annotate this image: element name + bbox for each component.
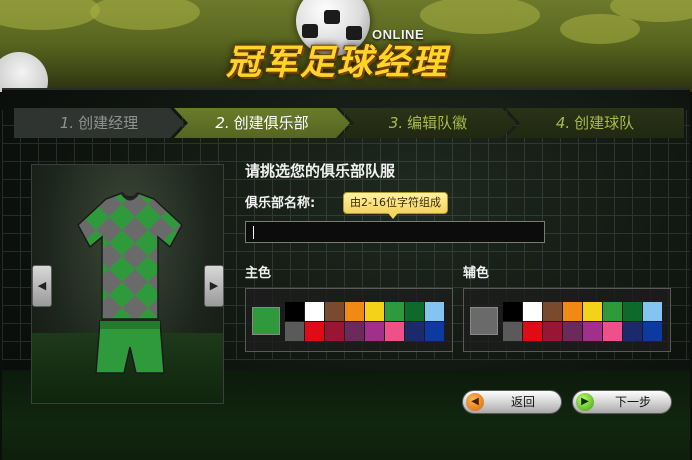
- color-swatch[interactable]: [543, 302, 562, 321]
- secondary-palette: [503, 302, 663, 342]
- color-swatch[interactable]: [643, 322, 662, 341]
- prev-kit-button[interactable]: ◀: [32, 265, 52, 307]
- color-swatch[interactable]: [405, 302, 424, 321]
- color-swatch[interactable]: [365, 302, 384, 321]
- color-swatch[interactable]: [305, 322, 324, 341]
- club-name-tooltip: 由2-16位字符组成: [343, 192, 448, 219]
- back-button-label: 返回: [510, 395, 535, 409]
- wizard-steps: 1. 创建经理 2. 创建俱乐部 3. 编辑队徽 4. 创建球队: [14, 108, 684, 138]
- next-kit-button[interactable]: ▶: [204, 265, 224, 307]
- game-logo: 冠军足球经理: [226, 43, 449, 83]
- kit-preview: [31, 164, 224, 404]
- step-create-club: 2. 创建俱乐部: [174, 108, 350, 138]
- color-swatch[interactable]: [623, 302, 642, 321]
- soccer-ball-icon: [0, 52, 48, 92]
- color-swatch[interactable]: [405, 322, 424, 341]
- secondary-color-picker: [463, 288, 671, 352]
- step-label: 创建球队: [574, 114, 635, 132]
- color-swatch[interactable]: [425, 302, 444, 321]
- color-swatch[interactable]: [563, 322, 582, 341]
- color-swatch[interactable]: [345, 302, 364, 321]
- color-swatch[interactable]: [325, 322, 344, 341]
- color-swatch[interactable]: [385, 322, 404, 341]
- text-caret: [253, 226, 254, 239]
- step-label: 编辑队徽: [407, 114, 468, 132]
- color-swatch[interactable]: [643, 302, 662, 321]
- primary-selected-swatch: [252, 307, 280, 335]
- color-swatch[interactable]: [543, 322, 562, 341]
- next-step-button-label: 下一步: [614, 395, 651, 409]
- top-banner: ONLINE 冠军足球经理: [0, 0, 692, 92]
- color-swatch[interactable]: [523, 322, 542, 341]
- map-landmass: [420, 0, 540, 34]
- color-swatch[interactable]: [345, 322, 364, 341]
- color-swatch[interactable]: [603, 302, 622, 321]
- step-edit-badge: 3. 编辑队徽: [340, 108, 516, 138]
- color-swatch[interactable]: [503, 322, 522, 341]
- color-swatch[interactable]: [583, 302, 602, 321]
- color-swatch[interactable]: [583, 322, 602, 341]
- step-label: 创建经理: [78, 114, 139, 132]
- triangle-right-icon: ▶: [209, 279, 219, 292]
- left-arrow-icon: ◀: [466, 393, 484, 411]
- primary-color-picker: [245, 288, 453, 352]
- step-create-manager: 1. 创建经理: [14, 108, 184, 138]
- right-arrow-icon: ▶: [576, 393, 594, 411]
- club-name-input[interactable]: [245, 221, 545, 243]
- color-swatch[interactable]: [385, 302, 404, 321]
- color-swatch[interactable]: [325, 302, 344, 321]
- color-swatch[interactable]: [365, 322, 384, 341]
- form-title: 请挑选您的俱乐部队服: [245, 162, 396, 180]
- next-step-button[interactable]: ▶ 下一步: [572, 390, 672, 414]
- back-button[interactable]: ◀ 返回: [462, 390, 562, 414]
- triangle-left-icon: ◀: [37, 279, 47, 292]
- color-swatch[interactable]: [285, 302, 304, 321]
- color-swatch[interactable]: [523, 302, 542, 321]
- primary-palette: [285, 302, 445, 342]
- secondary-selected-swatch: [470, 307, 498, 335]
- map-landmass: [90, 0, 200, 30]
- secondary-color-label: 辅色: [463, 266, 490, 281]
- primary-color-label: 主色: [245, 266, 272, 281]
- club-name-label: 俱乐部名称:: [245, 196, 316, 211]
- step-create-team: 4. 创建球队: [506, 108, 684, 138]
- color-swatch[interactable]: [285, 322, 304, 341]
- color-swatch[interactable]: [503, 302, 522, 321]
- color-swatch[interactable]: [425, 322, 444, 341]
- map-landmass: [0, 0, 100, 30]
- color-swatch[interactable]: [305, 302, 324, 321]
- color-swatch[interactable]: [623, 322, 642, 341]
- color-swatch[interactable]: [563, 302, 582, 321]
- jersey-image: [77, 192, 183, 374]
- color-swatch[interactable]: [603, 322, 622, 341]
- step-label: 创建俱乐部: [233, 114, 309, 132]
